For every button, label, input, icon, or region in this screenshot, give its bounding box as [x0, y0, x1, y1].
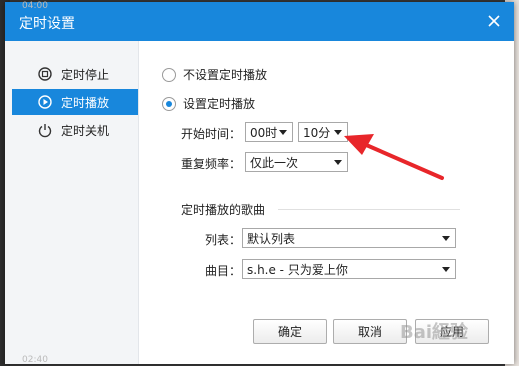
minute-value: 10分	[303, 125, 331, 140]
chevron-down-icon	[334, 129, 342, 135]
minute-select[interactable]: 10分	[298, 122, 348, 142]
timer-settings-dialog: 定时设置 定时停止 定时播放 定时关机 不设置定时播放 设置定时播放 开始时间：…	[5, 2, 514, 364]
chevron-down-icon	[334, 159, 342, 165]
schedule-label: 设置定时播放	[183, 97, 256, 111]
playlist-select[interactable]: 默认列表	[242, 228, 456, 248]
chevron-down-icon	[279, 129, 287, 135]
watermark-logo: Bai経验	[400, 322, 469, 343]
hour-value: 00时	[250, 125, 278, 140]
sidebar: 定时停止 定时播放 定时关机	[5, 41, 139, 364]
track-label: 曲目：	[205, 264, 242, 278]
group-divider	[278, 209, 460, 210]
sidebar-item-label: 定时关机	[61, 123, 110, 138]
playlist-value: 默认列表	[247, 231, 296, 246]
no-schedule-label: 不设置定时播放	[183, 68, 268, 82]
dialog-titlebar: 定时设置	[5, 2, 514, 41]
radio-unchecked-icon[interactable]	[162, 67, 176, 82]
power-icon	[37, 122, 53, 138]
chevron-down-icon	[442, 235, 450, 241]
hour-select[interactable]: 00时	[245, 122, 293, 142]
close-icon[interactable]	[484, 11, 504, 31]
timer-stop-icon	[37, 66, 53, 82]
background-time-label: 02:40	[22, 355, 48, 365]
repeat-select[interactable]: 仅此一次	[245, 152, 348, 172]
radio-checked-icon[interactable]	[162, 96, 176, 111]
start-time-label: 开始时间：	[181, 127, 242, 141]
repeat-label: 重复频率：	[181, 157, 242, 171]
sidebar-item-timer-stop[interactable]: 定时停止	[12, 61, 138, 87]
ok-button[interactable]: 确定	[253, 319, 327, 344]
sidebar-item-shutdown[interactable]: 定时关机	[12, 117, 138, 143]
sidebar-item-label: 定时播放	[61, 95, 110, 110]
list-label: 列表：	[205, 233, 242, 247]
chevron-down-icon	[442, 266, 450, 272]
sidebar-item-timer-play[interactable]: 定时播放	[12, 89, 138, 115]
track-value: s.h.e - 只为爱上你	[247, 262, 348, 277]
repeat-value: 仅此一次	[250, 155, 299, 170]
songs-group-title: 定时播放的歌曲	[181, 203, 266, 217]
no-schedule-radio[interactable]: 不设置定时播放	[162, 66, 267, 83]
track-select[interactable]: s.h.e - 只为爱上你	[242, 259, 456, 279]
cancel-button[interactable]: 取消	[333, 319, 407, 344]
schedule-radio[interactable]: 设置定时播放	[162, 95, 255, 112]
timer-play-icon	[37, 94, 53, 110]
dialog-title: 定时设置	[19, 16, 75, 32]
background-time-label: 04:00	[22, 1, 48, 11]
sidebar-item-label: 定时停止	[61, 67, 110, 82]
